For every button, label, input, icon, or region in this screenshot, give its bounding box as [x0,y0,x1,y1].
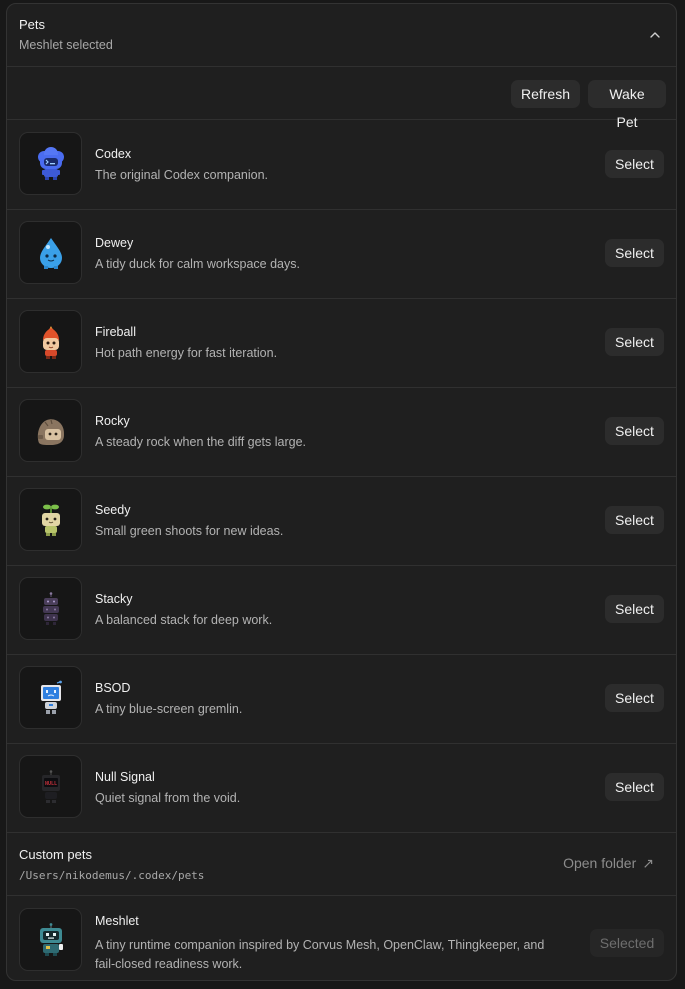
codex-robot-icon [38,147,64,180]
pet-description: Small green shoots for new ideas. [95,524,284,538]
custom-pets-section: Custom pets /Users/nikodemus/.codex/pets… [7,831,676,896]
pet-row-codex: Codex The original Codex companion. Sele… [7,120,676,210]
pet-row-stacky: Stacky A balanced stack for deep work. S… [7,565,676,655]
pet-row-meshlet: Meshlet A tiny runtime companion inspire… [7,896,676,980]
monitor-robot-icon [41,680,62,714]
null-signal-icon: NULL [42,770,60,803]
pets-panel: Pets Meshlet selected Refresh Wake Pet C… [6,3,677,981]
pet-row-null-signal: NULL Null Signal Quiet signal from the v… [7,743,676,833]
pet-name: Seedy [95,503,131,517]
action-bar: Refresh Wake Pet [7,66,676,130]
select-button[interactable]: Select [605,328,664,356]
pet-row-rocky: Rocky A steady rock when the diff gets l… [7,387,676,477]
pet-description: A tidy duck for calm workspace days. [95,257,300,271]
select-button[interactable]: Select [605,150,664,178]
pet-avatar: NULL [19,755,82,818]
pet-description-line-1: A tiny runtime companion inspired by Cor… [95,938,545,952]
pet-description: The original Codex companion. [95,168,269,182]
pet-description: Quiet signal from the void. [95,791,241,805]
select-button[interactable]: Select [605,684,664,712]
refresh-button[interactable]: Refresh [511,80,580,108]
pet-description-line-2: fail-closed readiness work. [95,957,243,971]
pet-avatar [19,221,82,284]
selected-button: Selected [590,929,664,957]
pet-description: A balanced stack for deep work. [95,613,273,627]
open-folder-button[interactable]: Open folder ↗ [563,855,654,872]
custom-pets-path: /Users/nikodemus/.codex/pets [19,869,205,882]
select-button[interactable]: Select [605,506,664,534]
select-button[interactable]: Select [605,239,664,267]
pet-name: Fireball [95,325,136,339]
pet-avatar [19,666,82,729]
section-title: Pets [19,17,46,32]
seedling-icon [42,504,60,536]
pet-description: A steady rock when the diff gets large. [95,435,307,449]
meshlet-robot-icon [40,923,63,956]
pet-name: Stacky [95,592,133,606]
pet-row-seedy: Seedy Small green shoots for new ideas. … [7,476,676,566]
pet-description: Hot path energy for fast iteration. [95,346,278,360]
pet-name: Meshlet [95,914,139,928]
fireball-icon [43,326,59,359]
wake-pet-button[interactable]: Wake Pet [588,80,666,130]
open-folder-label: Open folder [563,855,637,871]
pet-row-bsod: BSOD A tiny blue-screen gremlin. Select [7,654,676,744]
pet-row-fireball: Fireball Hot path energy for fast iterat… [7,298,676,388]
external-arrow-icon: ↗ [642,855,654,871]
pet-description: A tiny blue-screen gremlin. [95,702,243,716]
pet-avatar [19,577,82,640]
custom-pets-title: Custom pets [19,847,92,862]
pet-name: Codex [95,147,132,161]
pet-description: A tiny runtime companion inspired by Cor… [95,936,565,974]
pet-avatar [19,908,82,971]
pet-avatar [19,310,82,373]
pets-header[interactable]: Pets Meshlet selected [7,4,676,67]
pet-avatar [19,132,82,195]
select-button[interactable]: Select [605,595,664,623]
pet-name: Dewey [95,236,134,250]
pet-row-dewey: Dewey A tidy duck for calm workspace day… [7,209,676,299]
null-screen-text: NULL [45,781,57,787]
rock-icon [37,419,65,445]
pet-name: Rocky [95,414,130,428]
select-button[interactable]: Select [605,417,664,445]
water-drop-icon [40,238,62,269]
pet-name: Null Signal [95,770,155,784]
stack-icon [43,592,59,625]
pet-avatar [19,399,82,462]
chevron-up-icon[interactable] [648,28,662,42]
pet-avatar [19,488,82,551]
selection-status: Meshlet selected [19,38,113,52]
pet-name: BSOD [95,681,131,695]
select-button[interactable]: Select [605,773,664,801]
